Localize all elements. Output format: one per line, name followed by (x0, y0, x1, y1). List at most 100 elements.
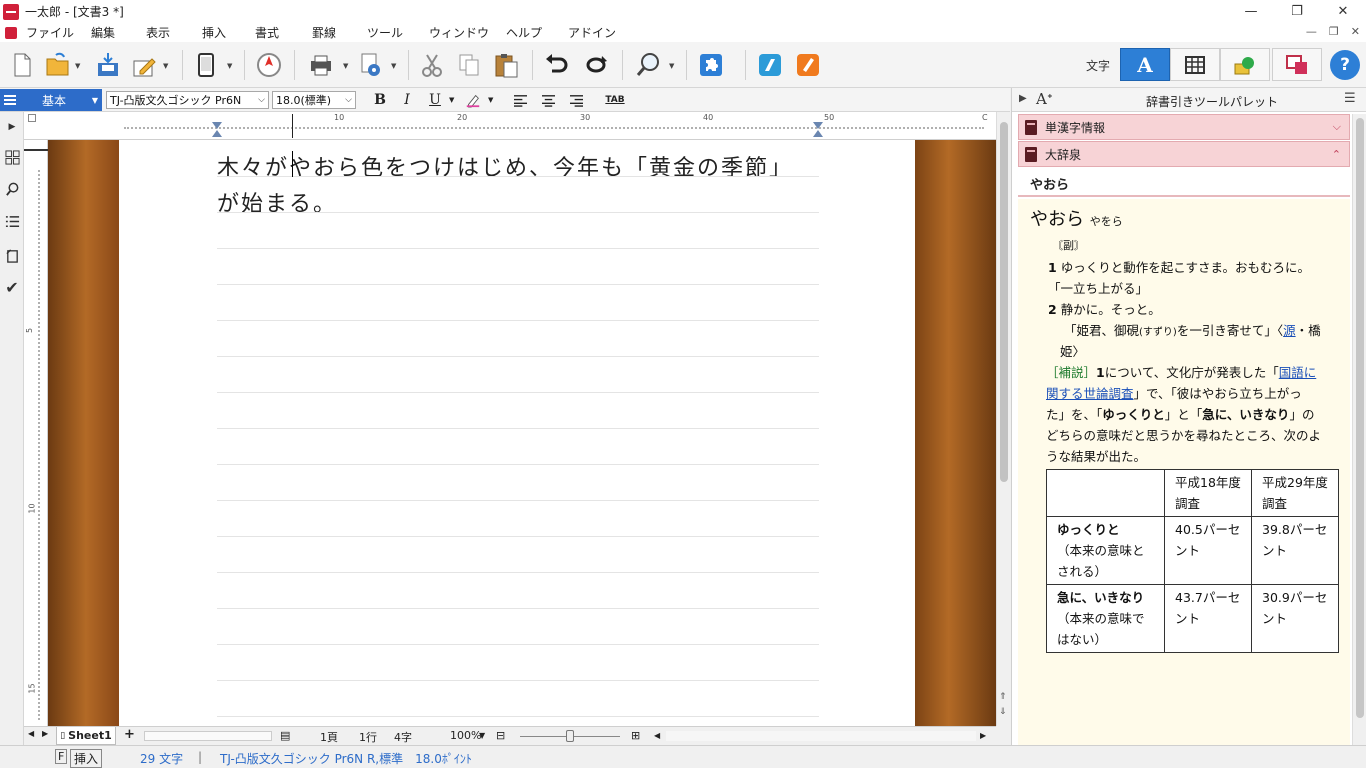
zoom-level[interactable]: 100% (450, 729, 481, 742)
copy-icon[interactable] (453, 49, 485, 81)
tab-button[interactable]: TAB (602, 91, 628, 109)
expand-arrow-icon[interactable]: ▶ (3, 118, 21, 136)
horizontal-scrollbar[interactable] (666, 731, 976, 741)
undo-icon[interactable] (541, 49, 573, 81)
tool-orange-icon[interactable] (792, 49, 824, 81)
menu-file[interactable]: ファイル (26, 24, 74, 41)
cut-icon[interactable] (416, 49, 448, 81)
prev-sheet-icon[interactable]: ◀ (28, 729, 34, 738)
menu-edit[interactable]: 編集 (91, 24, 115, 41)
italic-button[interactable]: I (397, 91, 417, 109)
menu-window[interactable]: ウィンドウ (429, 24, 489, 41)
text-mode-button[interactable]: A (1120, 48, 1170, 81)
zoom-in-icon[interactable]: ⊞ (631, 729, 640, 742)
bold-button[interactable]: B (370, 91, 390, 109)
menu-tools[interactable]: ツール (367, 24, 403, 41)
addin-puzzle-icon[interactable] (695, 49, 727, 81)
document-line-2[interactable]: が始まる。 (217, 186, 337, 218)
first-line-indent-marker[interactable] (212, 130, 222, 137)
sheet-mode-button[interactable] (1272, 48, 1322, 81)
palette-scrollbar[interactable] (1352, 114, 1366, 745)
menu-ruled-lines[interactable]: 罫線 (312, 24, 336, 41)
insert-mode[interactable]: 挿入 (70, 749, 103, 768)
entry-headword: やおら やをら (1030, 209, 1123, 230)
mdi-minimize-icon[interactable]: — (1306, 25, 1317, 38)
help-button[interactable]: ? (1330, 50, 1360, 80)
scrollbar-thumb[interactable] (1000, 122, 1008, 482)
tool-blue-icon[interactable] (754, 49, 786, 81)
document-scrollbar[interactable]: ⇑ ⇓ (996, 112, 1011, 726)
menu-view[interactable]: 表示 (146, 24, 170, 41)
find-icon[interactable] (3, 180, 21, 198)
underline-button[interactable]: U (425, 91, 445, 109)
sheet-scroll-track[interactable] (144, 731, 272, 741)
next-sheet-icon[interactable]: ▶ (42, 729, 48, 738)
figure-mode-button[interactable] (1220, 48, 1270, 81)
redo-icon[interactable] (580, 49, 612, 81)
edit-document-icon[interactable] (128, 49, 160, 81)
sheet-bar: ◀ ▶ ▯ Sheet1 + ▤ 1頁 1行 4字 100% ▼ ⊟ ⊞ ◀ ▶ (24, 726, 996, 745)
new-document-icon[interactable] (6, 49, 38, 81)
scroll-left-icon[interactable]: ◀ (654, 731, 660, 740)
minimize-button[interactable]: — (1228, 0, 1274, 23)
right-indent-marker[interactable] (813, 122, 823, 129)
vertical-ruler[interactable]: 5 10 15 (24, 140, 48, 726)
daijisen-section[interactable]: 大辞泉 ⌃ (1018, 141, 1350, 167)
zoom-out-icon[interactable]: ⊟ (496, 729, 505, 742)
scroll-right-icon[interactable]: ▶ (980, 731, 986, 740)
restore-button[interactable]: ❐ (1274, 0, 1320, 23)
menu-addin[interactable]: アドイン (568, 24, 616, 41)
document-canvas[interactable]: 木々がやおら色をつけはじめ、今年も「黄金の季節」 が始まる。 (48, 140, 996, 727)
print-icon[interactable] (305, 49, 337, 81)
scroll-up-icon[interactable]: ⇑ (999, 692, 1007, 702)
align-left-icon[interactable] (510, 91, 530, 109)
align-right-icon[interactable] (566, 91, 586, 109)
ruler-end-marker: C (982, 113, 988, 122)
add-sheet-button[interactable]: + (124, 727, 135, 742)
ruler-number: 10 (334, 113, 345, 122)
save-icon[interactable] (92, 49, 124, 81)
zoom-dropdown-icon[interactable]: ▼ (479, 731, 485, 740)
sheet-tab[interactable]: ▯ Sheet1 (56, 727, 116, 745)
menu-help[interactable]: ヘルプ (506, 24, 542, 41)
horizontal-ruler[interactable]: 10 20 30 40 50 C (24, 112, 996, 140)
kanji-info-section[interactable]: 単漢字情報 ⌵ (1018, 114, 1350, 140)
navigation-compass-icon[interactable] (253, 49, 285, 81)
left-indent-marker[interactable] (212, 122, 222, 129)
table-mode-button[interactable] (1170, 48, 1220, 81)
paste-icon[interactable] (490, 49, 522, 81)
scroll-down-icon[interactable]: ⇓ (999, 707, 1007, 717)
font-selector[interactable]: TJ-凸版文久ゴシック Pr6N ⌵ (106, 91, 269, 109)
font-size-up-icon[interactable]: Aᐩ (1036, 90, 1053, 108)
survey-link-1[interactable]: 国語に (1279, 365, 1317, 380)
outline-list-icon[interactable] (3, 212, 21, 230)
document-line-1[interactable]: 木々がやおら色をつけはじめ、今年も「黄金の季節」 (217, 150, 793, 182)
check-icon[interactable]: ✔ (3, 278, 21, 297)
palette-expand-icon[interactable]: ▶ (1019, 93, 1027, 104)
zoom-slider-knob[interactable] (566, 730, 574, 742)
palette-menu-icon[interactable]: ☰ (1344, 91, 1356, 106)
menu-insert[interactable]: 挿入 (202, 24, 226, 41)
genji-link[interactable]: 源 (1283, 323, 1296, 338)
view-mode-icon[interactable]: ▤ (280, 729, 290, 742)
font-size-selector[interactable]: 18.0(標準) ⌵ (272, 91, 356, 109)
highlight-pen-icon[interactable] (463, 91, 483, 109)
document-icon[interactable] (5, 26, 17, 39)
note-line-2: 関する世論調査」で、「彼はやおら立ち上がっ (1046, 386, 1302, 401)
print-settings-icon[interactable] (355, 49, 387, 81)
survey-link-2[interactable]: 関する世論調査 (1046, 386, 1134, 401)
style-selector[interactable]: 基本 ▼ (0, 89, 102, 111)
menu-format[interactable]: 書式 (255, 24, 279, 41)
search-icon[interactable] (633, 49, 665, 81)
table-cell: 40.5パーセント (1164, 516, 1252, 585)
open-folder-icon[interactable] (42, 49, 74, 81)
mdi-close-icon[interactable]: ✕ (1351, 25, 1360, 38)
right-margin-marker[interactable] (813, 130, 823, 137)
clipboard-icon[interactable] (3, 246, 21, 264)
close-button[interactable]: ✕ (1320, 0, 1366, 23)
document-page[interactable]: 木々がやおら色をつけはじめ、今年も「黄金の季節」 が始まる。 (119, 140, 915, 727)
mdi-restore-icon[interactable]: ❐ (1329, 25, 1339, 38)
device-icon[interactable] (190, 49, 222, 81)
thumbnail-grid-icon[interactable] (3, 148, 21, 166)
align-center-icon[interactable] (538, 91, 558, 109)
